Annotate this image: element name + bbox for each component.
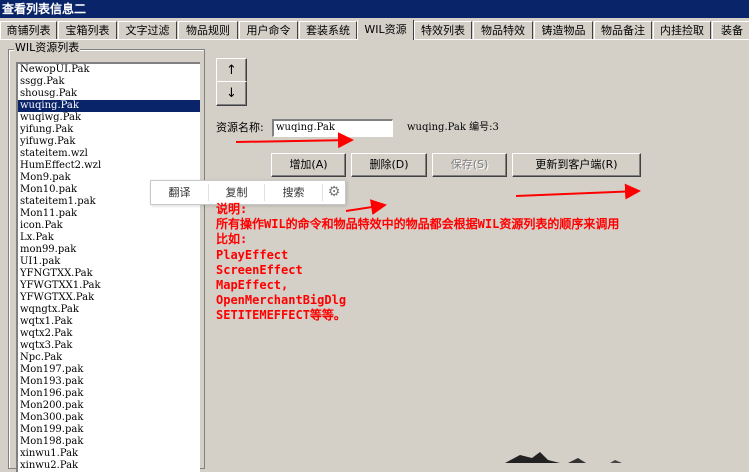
translate-button[interactable]: 翻译 [151,181,208,204]
tab-item-notes[interactable]: 物品备注 [594,21,652,40]
tab-effect-list[interactable]: 特效列表 [414,21,472,40]
list-item-selected[interactable]: wuqing.Pak [18,100,200,112]
wil-resource-list[interactable]: NewopUI.Pak ssgg.Pak shousg.Pak wuqing.P… [16,62,200,472]
list-item[interactable]: ssgg.Pak [18,76,200,88]
list-item[interactable]: wqtx3.Pak [18,340,200,352]
gear-icon[interactable]: ⚙ [323,181,345,204]
list-item[interactable]: wuqiwg.Pak [18,112,200,124]
list-item[interactable]: xinwu1.Pak [18,448,200,460]
note-heading: 说明: [216,202,248,216]
list-item[interactable]: Mon200.pak [18,400,200,412]
list-item[interactable]: YFWGTXX1.Pak [18,280,200,292]
list-item[interactable]: xinwu2.Pak [18,460,200,472]
copy-button[interactable]: 复制 [209,181,264,204]
resource-info: wuqing.Pak 编号:3 [407,122,499,133]
add-button[interactable]: 增加(A) [271,153,346,177]
save-button[interactable]: 保存(S) [432,153,507,177]
list-item[interactable]: YFNGTXX.Pak [18,268,200,280]
list-item[interactable]: Mon196.pak [18,388,200,400]
delete-button[interactable]: 删除(D) [351,153,427,177]
list-item[interactable]: Mon198.pak [18,436,200,448]
tab-equipment[interactable]: 装备 [712,21,749,40]
note-line: MapEffect, [216,278,289,292]
list-item[interactable]: stateitem.wzl [18,148,200,160]
tab-strip: 商铺列表 宝箱列表 文字过滤 物品规则 用户命令 套装系统 WIL资源 特效列表… [0,20,749,40]
list-item[interactable]: NewopUI.Pak [18,64,200,76]
tab-wil-resources[interactable]: WIL资源 [357,20,414,40]
tab-item-effects[interactable]: 物品特效 [473,21,533,40]
note-line: PlayEffect [216,248,289,262]
list-item[interactable]: Lx.Pak [18,232,200,244]
search-button[interactable]: 搜索 [265,181,322,204]
note-line: OpenMerchantBigDlg [216,293,347,307]
tab-text-filter[interactable]: 文字过滤 [118,21,177,40]
wil-list-legend: WIL资源列表 [14,41,81,54]
resource-name-input[interactable]: wuqing.Pak [272,119,393,137]
list-item[interactable]: shousg.Pak [18,88,200,100]
list-item[interactable]: YFWGTXX.Pak [18,292,200,304]
note-line: SETITEMEFFECT等等。 [216,308,346,322]
list-item[interactable]: Mon197.pak [18,364,200,376]
list-item[interactable]: wqtx2.Pak [18,328,200,340]
selection-popup: 翻译 复制 搜索 ⚙ [150,180,346,205]
list-item[interactable]: Mon300.pak [18,412,200,424]
tab-user-commands[interactable]: 用户命令 [239,21,298,40]
list-item[interactable]: mon99.pak [18,244,200,256]
tab-treasure-list[interactable]: 宝箱列表 [58,21,117,40]
resource-name-label: 资源名称: [216,121,264,134]
note-example-heading: 比如: [216,232,248,246]
window-title: 查看列表信息二 [0,0,749,18]
move-down-button[interactable]: ↓ [216,81,247,106]
list-item[interactable]: HumEffect2.wzl [18,160,200,172]
move-up-button[interactable]: ↑ [216,58,247,83]
tab-forge-items[interactable]: 铸造物品 [534,21,593,40]
tab-shop-list[interactable]: 商铺列表 [0,21,57,40]
list-item[interactable]: Mon193.pak [18,376,200,388]
list-item[interactable]: Mon11.pak [18,208,200,220]
list-item[interactable]: Mon199.pak [18,424,200,436]
list-item[interactable]: UI1.pak [18,256,200,268]
note-line: ScreenEffect [216,263,303,277]
update-client-button[interactable]: 更新到客户端(R) [512,153,641,177]
tab-item-rules[interactable]: 物品规则 [178,21,238,40]
list-item[interactable]: yifuwg.Pak [18,136,200,148]
list-item[interactable]: wqtx1.Pak [18,316,200,328]
tab-auto-pickup[interactable]: 内挂捡取 [653,21,711,40]
note-line: 所有操作WIL的命令和物品特效中的物品都会根据WIL资源列表的顺序来调用 [216,217,620,231]
list-item[interactable]: Npc.Pak [18,352,200,364]
list-item[interactable]: wqngtx.Pak [18,304,200,316]
list-item[interactable]: icon.Pak [18,220,200,232]
list-item[interactable]: yifung.Pak [18,124,200,136]
tab-suit-system[interactable]: 套装系统 [299,21,357,40]
